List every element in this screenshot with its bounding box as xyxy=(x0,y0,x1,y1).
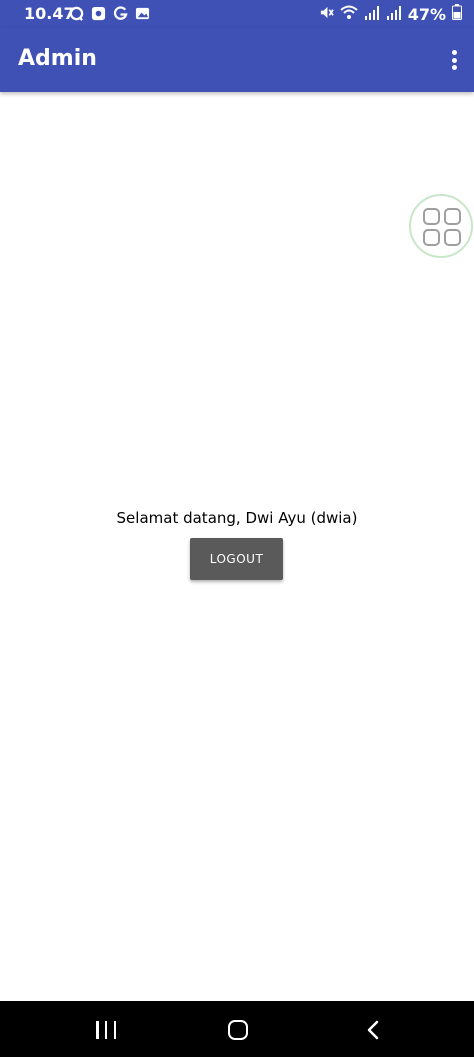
back-icon[interactable] xyxy=(364,1020,384,1040)
home-icon[interactable] xyxy=(228,1020,248,1040)
recents-icon[interactable] xyxy=(96,1021,116,1039)
app-bar: Admin xyxy=(0,28,474,92)
status-bar: 10.47 47% xyxy=(0,0,474,28)
gallery-icon xyxy=(134,5,150,21)
page-title: Admin xyxy=(18,46,97,71)
wifi-icon xyxy=(340,5,358,24)
welcome-text: Selamat datang, Dwi Ayu (dwia) xyxy=(116,509,358,527)
navigation-bar xyxy=(0,1001,474,1057)
apps-grid-button[interactable] xyxy=(409,194,473,258)
apps-grid-icon xyxy=(423,208,461,246)
status-right-icons: 47% xyxy=(319,4,462,24)
signal-icon xyxy=(364,5,380,24)
google-icon xyxy=(112,5,128,21)
logout-button[interactable]: LOGOUT xyxy=(190,538,283,580)
signal-icon xyxy=(386,5,402,24)
mute-icon xyxy=(319,5,334,24)
whatsapp-icon xyxy=(68,5,84,21)
battery-percent: 47% xyxy=(407,4,446,24)
status-left-icons xyxy=(68,5,150,21)
battery-icon xyxy=(452,4,462,24)
overflow-menu-icon[interactable] xyxy=(448,46,460,74)
notification-icon xyxy=(90,5,106,21)
